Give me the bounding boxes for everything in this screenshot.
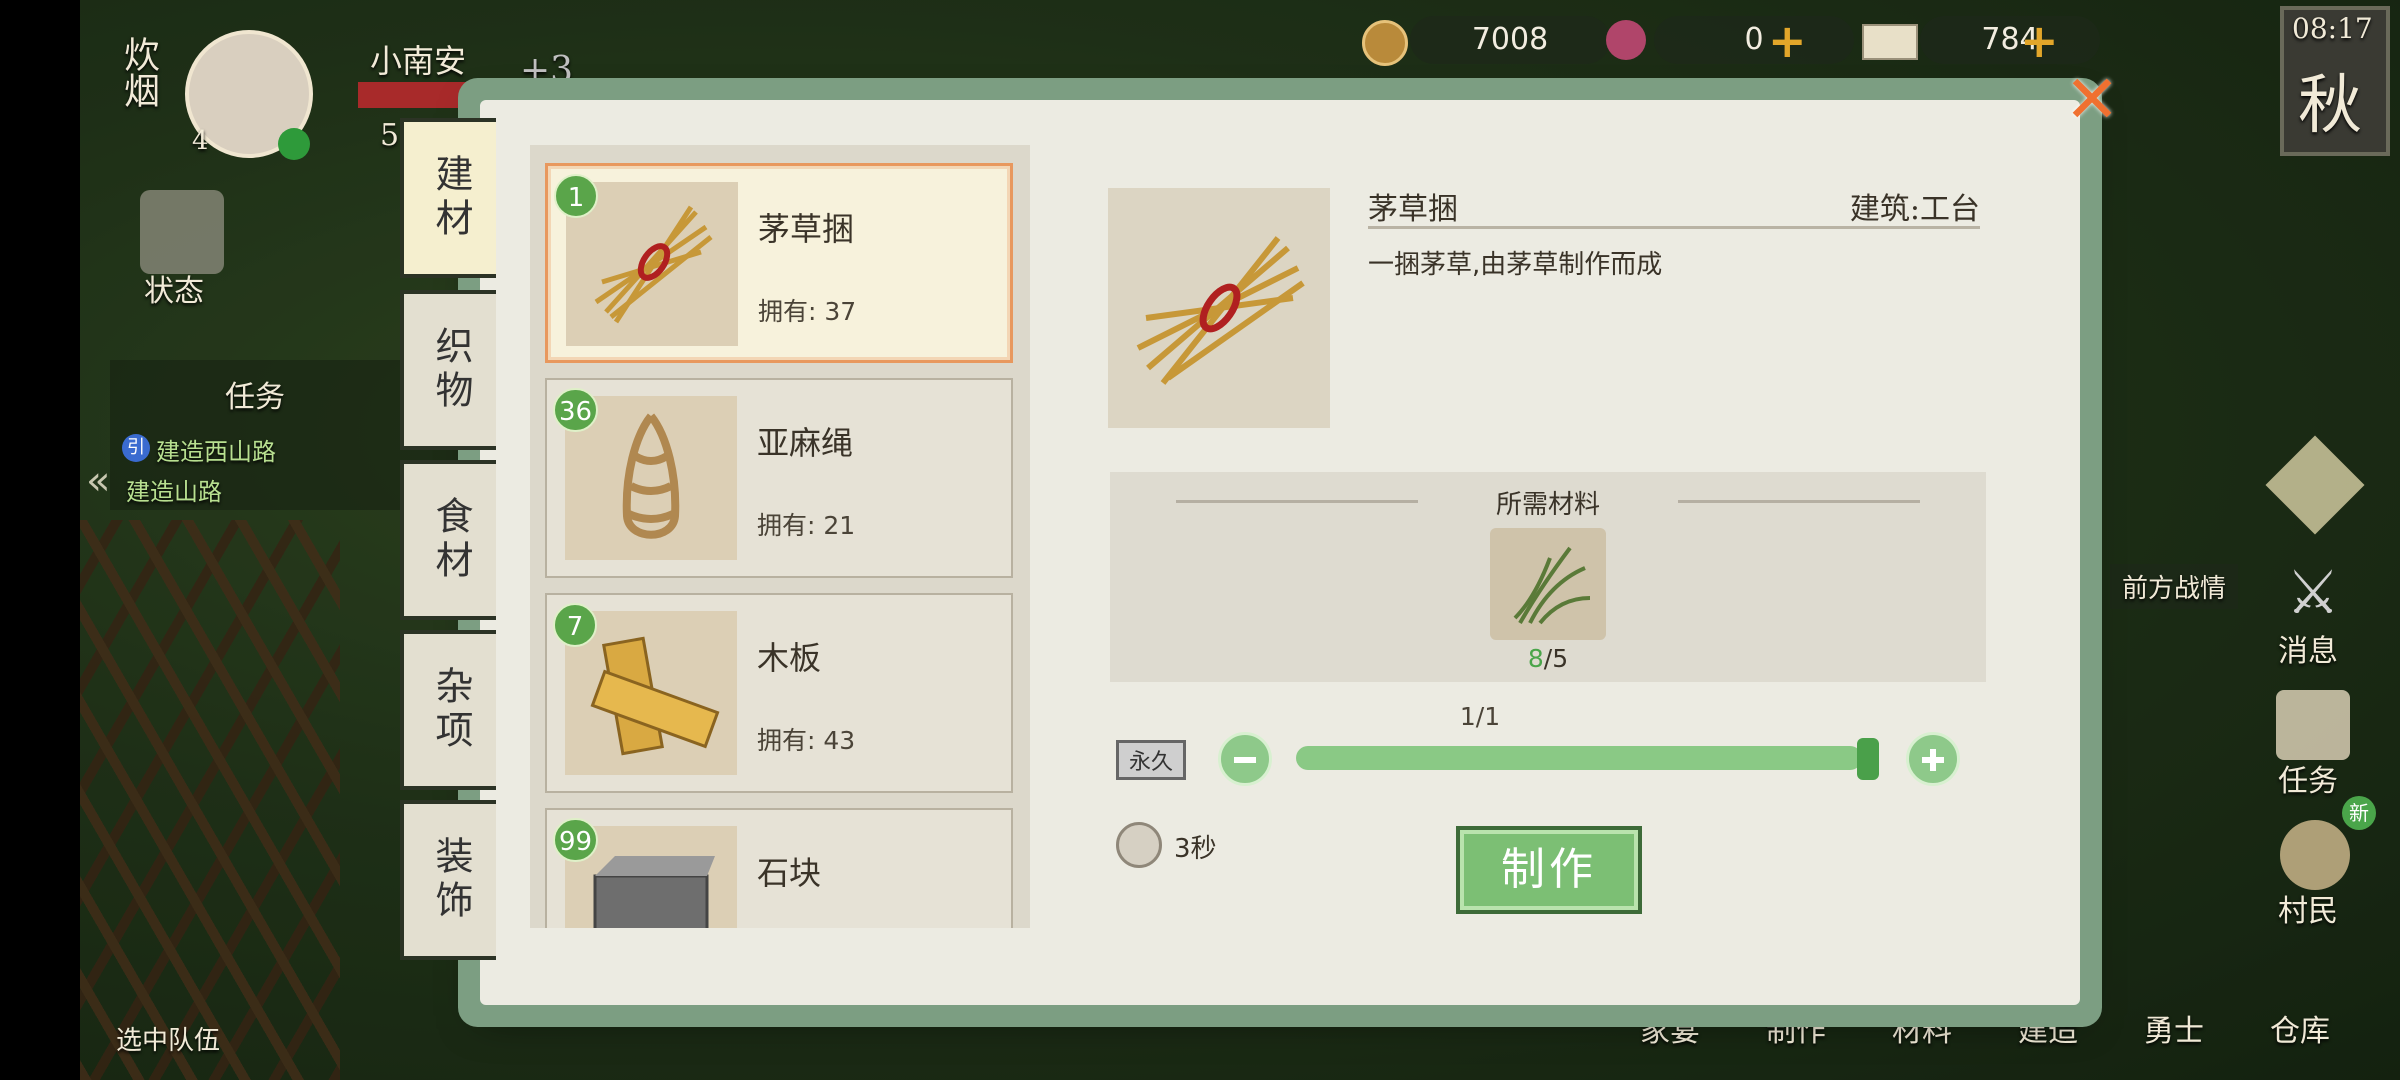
detail-item-description: 一捆茅草,由茅草制作而成 bbox=[1368, 250, 1663, 280]
bottom-nav-storage[interactable]: 仓库 bbox=[2270, 1006, 2330, 1050]
bonus-text: +3 bbox=[520, 50, 574, 91]
scroll-icon[interactable] bbox=[2276, 690, 2350, 760]
add-gem-button[interactable]: + bbox=[1768, 18, 1807, 64]
gem-icon bbox=[1606, 20, 1646, 60]
clock-icon bbox=[1116, 822, 1162, 868]
item-name: 木板 bbox=[757, 639, 822, 677]
add-ticket-button[interactable]: + bbox=[2020, 18, 2059, 64]
message-nav-label[interactable]: 消息 bbox=[2278, 626, 2338, 670]
item-owned: 拥有: 37 bbox=[758, 297, 857, 326]
craft-time: 3秒 bbox=[1174, 834, 1217, 864]
item-card[interactable]: 36 亚麻绳 拥有: 21 bbox=[545, 378, 1013, 578]
collapse-chevron-icon[interactable]: « bbox=[86, 458, 110, 504]
minus-icon bbox=[1234, 757, 1256, 763]
food-count: 5 bbox=[380, 118, 400, 153]
item-card[interactable]: 7 木板 拥有: 43 bbox=[545, 593, 1013, 793]
required-materials-panel: 所需材料 8/5 bbox=[1110, 472, 1986, 682]
permanent-toggle[interactable]: 永久 bbox=[1116, 740, 1186, 780]
crossed-swords-icon[interactable]: ⚔ bbox=[2280, 560, 2346, 626]
task-panel-title: 任务 bbox=[225, 380, 285, 415]
detail-thatch-bundle-icon bbox=[1108, 188, 1330, 428]
clock-time: 08:17 bbox=[2292, 12, 2373, 45]
player-level: 4 bbox=[192, 126, 209, 156]
bottom-nav-feast[interactable]: 家宴 bbox=[1640, 1006, 1700, 1050]
item-owned: 拥有: 43 bbox=[757, 726, 856, 755]
tab-misc[interactable]: 杂项 bbox=[400, 630, 496, 790]
material-need-count: /5 bbox=[1543, 644, 1569, 673]
material-have-count: 8 bbox=[1527, 644, 1544, 673]
bottom-nav-craft[interactable]: 制作 bbox=[1766, 1006, 1826, 1050]
plus-icon-vertical bbox=[1930, 749, 1936, 771]
item-card[interactable]: 1 茅草捆 拥有: 37 bbox=[545, 163, 1013, 363]
item-name: 茅草捆 bbox=[758, 210, 855, 248]
online-indicator-icon bbox=[278, 128, 310, 160]
task-item-1[interactable]: 建造西山路 bbox=[156, 432, 276, 467]
ticket-count: 784 bbox=[1920, 16, 2100, 64]
bottom-nav-build[interactable]: 建造 bbox=[2018, 1006, 2078, 1050]
copper-coin-icon bbox=[1362, 20, 1408, 66]
bottom-nav-warrior[interactable]: 勇士 bbox=[2144, 1006, 2204, 1050]
detail-item-name: 茅草捆 bbox=[1368, 192, 1458, 227]
tab-building-materials[interactable]: 建材 bbox=[400, 118, 496, 278]
status-house-icon[interactable] bbox=[140, 190, 224, 274]
decrease-quantity-button[interactable] bbox=[1218, 732, 1272, 786]
required-material-count: 8/5 bbox=[1110, 644, 1986, 673]
item-level-badge: 99 bbox=[553, 818, 599, 862]
tab-fabrics[interactable]: 织物 bbox=[400, 290, 496, 450]
gem-count: 0 bbox=[1654, 16, 1854, 64]
task-nav-label[interactable]: 任务 bbox=[2278, 756, 2338, 800]
item-card[interactable]: 99 石块 bbox=[545, 808, 1013, 928]
crafting-modal: 1 茅草捆 拥有: 37 36 亚麻绳 拥有: 21 7 木板 拥有: 43 9… bbox=[480, 100, 2080, 1005]
tab-ingredients[interactable]: 食材 bbox=[400, 460, 496, 620]
quantity-text: 1/1 bbox=[1459, 702, 1501, 731]
bottom-nav-materials[interactable]: 材料 bbox=[1892, 1006, 1952, 1050]
item-list[interactable]: 1 茅草捆 拥有: 37 36 亚麻绳 拥有: 21 7 木板 拥有: 43 9… bbox=[530, 145, 1030, 928]
task-item-2[interactable]: 建造山路 bbox=[126, 472, 222, 507]
season-label: 秋 bbox=[2298, 69, 2362, 143]
item-name: 亚麻绳 bbox=[757, 424, 854, 462]
tab-decoration[interactable]: 装饰 bbox=[400, 800, 496, 960]
coin-count: 7008 bbox=[1410, 16, 1610, 64]
smoke-label: 炊烟 bbox=[118, 36, 159, 108]
close-icon[interactable]: ✕ bbox=[2062, 67, 2122, 133]
item-name: 石块 bbox=[757, 854, 822, 892]
task-tag-badge: 引 bbox=[122, 434, 150, 462]
detail-item-category: 建筑:工台 bbox=[1849, 192, 1980, 227]
quantity-slider-handle[interactable] bbox=[1857, 738, 1879, 780]
detail-divider bbox=[1368, 226, 1980, 229]
new-badge: 新 bbox=[2342, 796, 2376, 830]
villager-icon[interactable] bbox=[2280, 820, 2350, 890]
villager-nav-label[interactable]: 村民 bbox=[2278, 886, 2338, 930]
front-news-label[interactable]: 前方战情 bbox=[2110, 564, 2239, 609]
grass-material-icon[interactable] bbox=[1490, 528, 1606, 640]
quantity-slider[interactable] bbox=[1296, 746, 1862, 770]
ticket-icon bbox=[1862, 24, 1918, 60]
craft-button[interactable]: 制作 bbox=[1456, 826, 1642, 914]
item-level-badge: 1 bbox=[554, 174, 598, 218]
item-level-badge: 36 bbox=[553, 388, 599, 432]
divider bbox=[1678, 500, 1920, 503]
status-button-label[interactable]: 状态 bbox=[144, 266, 204, 310]
increase-quantity-button[interactable] bbox=[1906, 732, 1960, 786]
item-owned: 拥有: 21 bbox=[757, 511, 856, 540]
player-name: 小南安 bbox=[370, 42, 467, 80]
item-level-badge: 7 bbox=[553, 603, 597, 647]
select-team-label[interactable]: 选中队伍 bbox=[116, 1020, 220, 1057]
